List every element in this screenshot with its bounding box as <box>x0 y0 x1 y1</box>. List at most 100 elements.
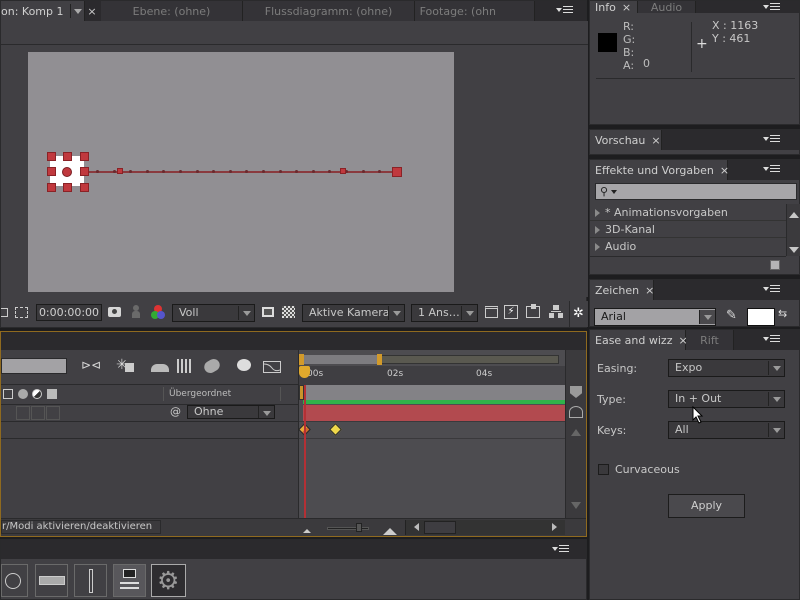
tab-footage[interactable]: Footage: (ohn <box>415 1 535 21</box>
shy-layers-icon[interactable] <box>151 364 169 372</box>
end-keyframe-marker[interactable] <box>392 167 402 177</box>
fill-color-swatch[interactable] <box>747 308 775 326</box>
effects-scrollbar[interactable] <box>786 204 800 256</box>
tab-layer[interactable]: Ebene: (ohne) <box>101 1 243 21</box>
navigator-start-handle[interactable] <box>299 354 304 365</box>
panel-menu-icon[interactable] <box>556 5 576 17</box>
timer-button[interactable] <box>1 564 28 597</box>
film-icon[interactable] <box>3 389 13 399</box>
comp-marker-bin-icon[interactable] <box>570 386 582 398</box>
layer-duration-bar[interactable] <box>303 405 565 421</box>
font-family-dropdown[interactable]: Arial <box>594 308 716 326</box>
eyedropper-icon[interactable]: ✎ <box>726 308 737 323</box>
close-icon[interactable]: × <box>651 134 660 147</box>
graph-editor-icon[interactable] <box>263 361 281 373</box>
work-area-bar[interactable] <box>303 385 565 400</box>
motion-blur-icon[interactable] <box>202 356 222 376</box>
panel-menu-icon[interactable] <box>763 284 783 296</box>
time-graph[interactable]: 00s 02s 04s 0 <box>298 350 571 518</box>
current-time-indicator-line[interactable] <box>304 385 306 518</box>
pickwhip-icon[interactable]: @ <box>170 405 181 418</box>
panel-menu-icon[interactable] <box>763 134 783 146</box>
switch-box[interactable] <box>16 406 30 420</box>
panel-menu-icon[interactable] <box>763 2 783 14</box>
effects-list-item[interactable]: Audio <box>590 238 786 255</box>
scrollbar-thumb[interactable] <box>424 521 456 534</box>
slider-widget-button[interactable] <box>74 564 107 597</box>
transparency-grid-icon[interactable] <box>15 307 28 318</box>
close-icon[interactable]: × <box>622 1 631 14</box>
composition-viewer[interactable] <box>1 45 588 297</box>
transparency-toggle-icon[interactable] <box>282 306 295 318</box>
composition-flowchart-icon[interactable]: ⊳⊲ <box>81 358 101 372</box>
tab-info[interactable]: Info × <box>590 1 638 14</box>
close-icon[interactable]: × <box>720 164 729 177</box>
zoom-out-icon[interactable] <box>303 525 311 533</box>
camera-dropdown[interactable]: Aktive Kamera <box>302 304 405 322</box>
zoom-in-icon[interactable] <box>383 521 397 535</box>
panel-menu-icon[interactable] <box>552 544 572 556</box>
toggle-switches-modes-button[interactable]: r/Modi aktivieren/deaktivieren <box>1 520 161 534</box>
tab-ease-and-wizz[interactable]: Ease and wizz × <box>590 330 688 350</box>
dropdown-widget-button[interactable] <box>35 564 68 597</box>
list-widget-button[interactable] <box>113 564 146 597</box>
timeline-search-input[interactable] <box>1 358 67 374</box>
resolution-dropdown[interactable]: Voll <box>172 304 255 322</box>
keyframe-marker[interactable] <box>340 168 346 174</box>
views-dropdown[interactable]: 1 Ans… <box>411 304 478 322</box>
time-navigator-range[interactable] <box>301 355 381 364</box>
tab-audio[interactable]: Audio <box>638 1 696 14</box>
new-folder-icon[interactable] <box>770 260 780 270</box>
3d-layer-icon[interactable] <box>47 389 57 399</box>
easing-dropdown[interactable]: Expo <box>668 359 785 377</box>
tab-preview[interactable]: Vorschau × <box>590 130 662 150</box>
tab-flowchart[interactable]: Flussdiagramm: (ohne) <box>243 1 415 21</box>
solo-icon[interactable] <box>32 389 42 399</box>
keyframe[interactable] <box>329 423 343 436</box>
tab-character[interactable]: Zeichen × <box>590 280 654 300</box>
type-dropdown[interactable]: In + Out <box>668 390 785 408</box>
transform-handle[interactable] <box>80 152 89 161</box>
panel-menu-icon[interactable] <box>763 164 783 176</box>
frame-blending-icon[interactable] <box>177 359 193 373</box>
toggle-pixel-aspect-icon[interactable] <box>485 306 498 318</box>
scroll-up-icon[interactable] <box>571 424 581 436</box>
scroll-down-icon[interactable] <box>789 247 799 258</box>
swap-colors-icon[interactable]: ⇆ <box>778 307 787 320</box>
flowchart-icon[interactable] <box>549 305 563 319</box>
scroll-down-icon[interactable] <box>571 502 581 514</box>
scroll-up-icon[interactable] <box>789 207 799 218</box>
fast-previews-icon[interactable] <box>262 307 274 317</box>
expand-icon[interactable] <box>595 243 604 251</box>
transform-handle[interactable] <box>80 167 89 176</box>
brainstorm-icon[interactable] <box>237 359 251 371</box>
anchor-point[interactable] <box>62 167 72 177</box>
parent-dropdown[interactable]: Ohne <box>187 405 275 419</box>
exposure-icon[interactable]: ✲ <box>573 306 584 321</box>
apply-button[interactable]: Apply <box>668 494 745 518</box>
comp-button-icon[interactable] <box>569 406 583 418</box>
effects-list-item[interactable]: * Animationsvorgaben <box>590 204 786 221</box>
region-icon[interactable] <box>1 308 8 317</box>
timeline-h-scrollbar[interactable] <box>405 520 565 535</box>
navigator-end-handle[interactable] <box>377 354 382 365</box>
timecode-field[interactable]: 0:00:00:00 <box>36 304 102 321</box>
close-icon[interactable]: × <box>645 284 654 297</box>
curvaceous-checkbox[interactable] <box>598 464 609 475</box>
transform-handle[interactable] <box>47 152 56 161</box>
scroll-right-icon[interactable] <box>552 523 561 531</box>
panel-menu-icon[interactable] <box>763 334 783 346</box>
switch-box[interactable] <box>46 406 60 420</box>
transform-handle[interactable] <box>47 183 56 192</box>
time-ruler[interactable]: 00s 02s 04s 0 <box>299 366 571 385</box>
expand-icon[interactable] <box>595 226 604 234</box>
layer-row[interactable]: @ Ohne <box>1 405 299 421</box>
switch-box[interactable] <box>31 406 45 420</box>
expand-icon[interactable] <box>595 209 604 217</box>
transform-handle[interactable] <box>47 167 56 176</box>
zoom-slider[interactable] <box>327 527 369 530</box>
effects-list-item[interactable]: 3D-Kanal <box>590 221 786 238</box>
tab-rift[interactable]: Rift <box>686 330 734 350</box>
effects-search-input[interactable]: ⚲ <box>595 183 797 200</box>
keys-dropdown[interactable]: All <box>668 421 785 439</box>
